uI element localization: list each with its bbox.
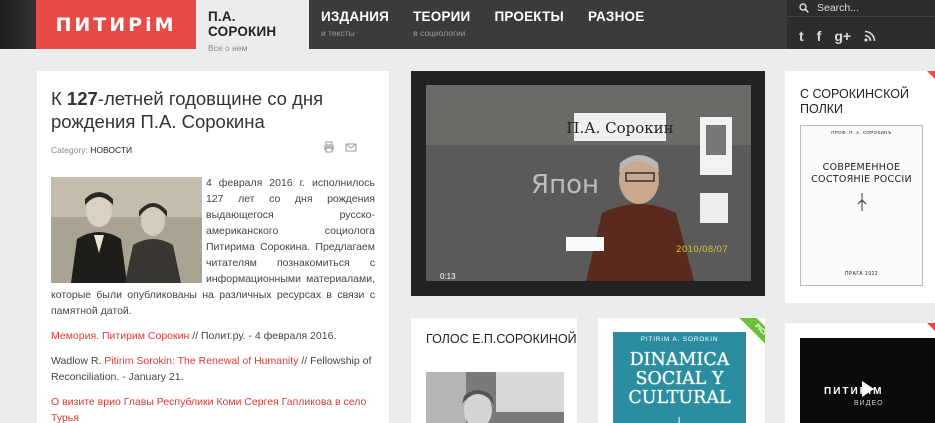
facebook-icon[interactable]: f xyxy=(817,28,822,44)
article-title[interactable]: К 127-летней годовщине со дня рождения П… xyxy=(51,87,375,133)
book-title: СОВРЕМЕННОЕ СОСТОЯНІЕ РОССІИ xyxy=(811,162,912,185)
link-paragraph: Wadlow R. Pitirim Sorokin: The Renewal o… xyxy=(51,353,375,385)
article-link-renewal[interactable]: Pitirim Sorokin: The Renewal of Humanity xyxy=(104,355,298,367)
video-date-stamp: 2010/08/07 xyxy=(676,245,728,255)
print-icon[interactable] xyxy=(323,141,335,153)
category-link[interactable]: НОВОСТИ xyxy=(90,145,132,155)
search-input[interactable] xyxy=(817,2,927,14)
title-prefix: К xyxy=(51,88,67,109)
search-icon[interactable] xyxy=(799,3,809,13)
book2-volume: I xyxy=(677,416,682,423)
article-link-komi[interactable]: О визите врио Главы Республики Коми Серг… xyxy=(51,396,366,423)
video-card: П.А. Сорокин Япон 2010/08/07 0:13 xyxy=(411,71,765,296)
article-body: 4 февраля 2016 г. исполнилось 127 лет со… xyxy=(51,175,375,423)
twitter-icon[interactable]: t xyxy=(799,28,804,44)
link-paragraph: Мемория. Питирим Сорокин // Полит.ру. - … xyxy=(51,328,375,344)
video-frame: П.А. Сорокин Япон 2010/08/07 xyxy=(426,85,751,281)
article-photo xyxy=(51,177,202,283)
board-label: П.А. Сорокин xyxy=(566,119,673,137)
video-player[interactable]: П.А. Сорокин Япон 2010/08/07 0:13 xyxy=(426,85,751,281)
email-icon[interactable] xyxy=(345,141,357,153)
google-plus-icon[interactable]: g+ xyxy=(834,28,851,44)
nav-subtitle: и тексты xyxy=(321,28,355,38)
chalk-text: Япон xyxy=(531,170,599,200)
nav-item-projects[interactable]: ПРОЕКТЫ xyxy=(482,0,575,49)
nav-title: ПРОЕКТЫ xyxy=(494,9,564,24)
corner-ribbon xyxy=(927,323,935,331)
video-time: 0:13 xyxy=(440,272,456,281)
link-paragraph: О визите врио Главы Республики Коми Серг… xyxy=(51,394,375,423)
link-source: // Полит.ру. - 4 февраля 2016. xyxy=(189,330,337,342)
book-author: ПРОФ. П. А. СОРОКИНЪ xyxy=(831,130,892,135)
book-place: ПРАГА 1922 xyxy=(844,271,879,277)
nav-item-publications[interactable]: ИЗДАНИЯ и тексты xyxy=(309,0,401,49)
book-emblem-icon xyxy=(857,193,866,211)
category-row: Category: НОВОСТИ xyxy=(51,141,375,157)
nav-item-theories[interactable]: ТЕОРИИ в социологии xyxy=(401,0,482,49)
voice-image xyxy=(426,372,564,423)
main-nav: П.А. СОРОКИН Все о нем ИЗДАНИЯ и тексты … xyxy=(196,0,656,53)
voice-photo[interactable] xyxy=(426,372,564,423)
play-icon[interactable] xyxy=(850,375,882,403)
book2-cover[interactable]: PITIRIM A. SOROKIN DINAMICA SOCIAL Y CUL… xyxy=(613,332,746,423)
corner-ribbon xyxy=(927,71,935,79)
nav-item-sorokin[interactable]: П.А. СОРОКИН Все о нем xyxy=(196,0,309,53)
header-tools: t f g+ xyxy=(787,0,935,49)
title-number: 127 xyxy=(66,88,98,109)
voice-title[interactable]: ГОЛОС Е.П.СОРОКИНОЙ xyxy=(426,332,577,347)
nav-title: ТЕОРИИ xyxy=(413,9,471,24)
nav-item-misc[interactable]: РАЗНОЕ xyxy=(576,0,656,49)
article-link-memoria[interactable]: Мемория. Питирим Сорокин xyxy=(51,330,189,342)
book-card: PITIRIM A. SOROKIN DINAMICA SOCIAL Y CUL… xyxy=(598,318,765,423)
nav-subtitle: в социологии xyxy=(413,28,466,38)
nav-title: П.А. СОРОКИН xyxy=(208,9,277,39)
book2-title: DINAMICA SOCIAL Y CULTURAL xyxy=(628,350,731,408)
category-label: Category: xyxy=(51,145,88,155)
link-author: Wadlow R. xyxy=(51,355,105,367)
shelf-card: С СОРОКИНСКОЙ ПОЛКИ ПРОФ. П. А. СОРОКИНЪ… xyxy=(785,71,935,303)
shelf-title[interactable]: С СОРОКИНСКОЙ ПОЛКИ xyxy=(800,87,935,117)
article-links: Мемория. Питирим Сорокин // Полит.ру. - … xyxy=(51,328,375,423)
portrait-image xyxy=(51,177,202,283)
nav-title: ИЗДАНИЯ xyxy=(321,9,390,24)
voice-card: ГОЛОС Е.П.СОРОКИНОЙ xyxy=(411,318,577,423)
social-links: t f g+ xyxy=(799,28,876,44)
site-header: ПИТИРiМ П.А. СОРОКИН Все о нем ИЗДАНИЯ и… xyxy=(0,0,935,53)
header-left-strip xyxy=(0,0,36,49)
site-logo[interactable]: ПИТИРiМ xyxy=(36,0,196,49)
article-tools xyxy=(323,141,357,153)
book2-author: PITIRIM A. SOROKIN xyxy=(640,336,719,343)
book-cover[interactable]: ПРОФ. П. А. СОРОКИНЪ СОВРЕМЕННОЕ СОСТОЯН… xyxy=(800,125,923,286)
nav-subtitle: Все о нем xyxy=(208,43,248,53)
nav-title: РАЗНОЕ xyxy=(587,9,645,24)
logo-text: ПИТИРiМ xyxy=(55,13,177,36)
search-bar xyxy=(787,0,935,17)
side-video-card: ПИТИРiМ ВИДЕО xyxy=(785,323,935,423)
rss-icon[interactable] xyxy=(864,30,876,42)
side-video-player[interactable]: ПИТИРiМ ВИДЕО xyxy=(800,338,935,423)
article-card: К 127-летней годовщине со дня рождения П… xyxy=(37,71,389,423)
